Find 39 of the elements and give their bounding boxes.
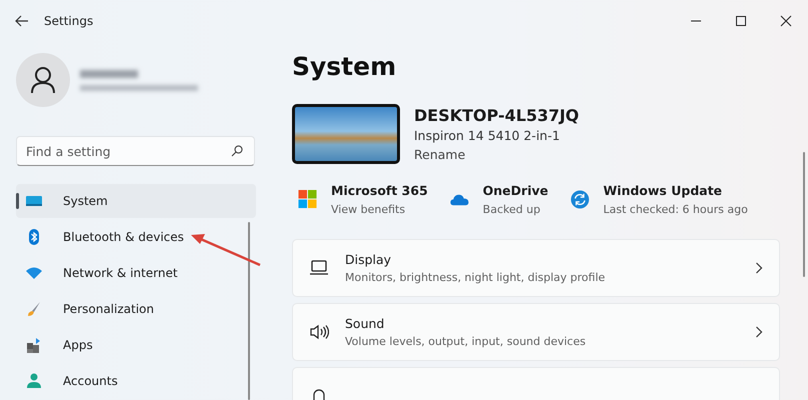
sidebar-item[interactable]: Apps (16, 328, 256, 362)
quick-link-title[interactable]: Windows Update (603, 182, 748, 198)
search-field[interactable]: Find a setting (16, 136, 255, 166)
sidebar-item[interactable]: Bluetooth & devices (16, 220, 256, 254)
back-arrow-icon[interactable] (14, 13, 30, 29)
window-title: Settings (44, 14, 94, 28)
close-icon[interactable] (780, 15, 792, 27)
quick-link-title[interactable]: Microsoft 365 (331, 182, 428, 198)
sidebar-item[interactable]: System (16, 184, 256, 218)
chevron-right-icon (755, 262, 763, 274)
page-title: System (292, 52, 398, 81)
sidebar-item[interactable]: Accounts (16, 364, 256, 398)
person-icon (25, 372, 43, 390)
maximize-icon[interactable] (734, 15, 746, 27)
settings-card[interactable]: Display Monitors, brightness, night light, display profile (292, 239, 780, 297)
quick-link-status: View benefits (331, 202, 406, 216)
card-description: Monitors, brightness, night light, display profile (345, 271, 606, 284)
quick-link-status: Last checked: 6 hours ago (603, 202, 748, 216)
windows-logo-icon[interactable] (298, 190, 317, 208)
sidebar-item[interactable]: Personalization (16, 292, 256, 326)
device-model: Inspiron 14 5410 2-in-1 (414, 128, 561, 142)
card-title: Display (345, 252, 392, 267)
card-title: Sound (345, 316, 386, 331)
quick-link-title[interactable]: OneDrive (482, 182, 548, 198)
scrollbar[interactable] (803, 152, 805, 277)
sync-icon[interactable] (570, 190, 590, 208)
scrollbar[interactable] (248, 222, 250, 400)
sidebar-item[interactable]: Network & internet (16, 256, 256, 290)
device-name: DESKTOP-4L537JQ (414, 106, 580, 124)
card-description: Volume levels, output, input, sound devices (345, 335, 587, 348)
quick-link-status: Backed up (482, 202, 542, 216)
blurred-name (80, 70, 138, 78)
rename-link[interactable]: Rename (414, 146, 466, 162)
speaker-icon (309, 322, 329, 342)
search-icon (231, 145, 243, 157)
settings-card[interactable]: Sound Volume levels, output, input, sound devices (292, 303, 780, 361)
person-icon (30, 66, 56, 94)
annotation-arrow-drawing (191, 234, 260, 266)
chevron-right-icon (755, 326, 763, 338)
